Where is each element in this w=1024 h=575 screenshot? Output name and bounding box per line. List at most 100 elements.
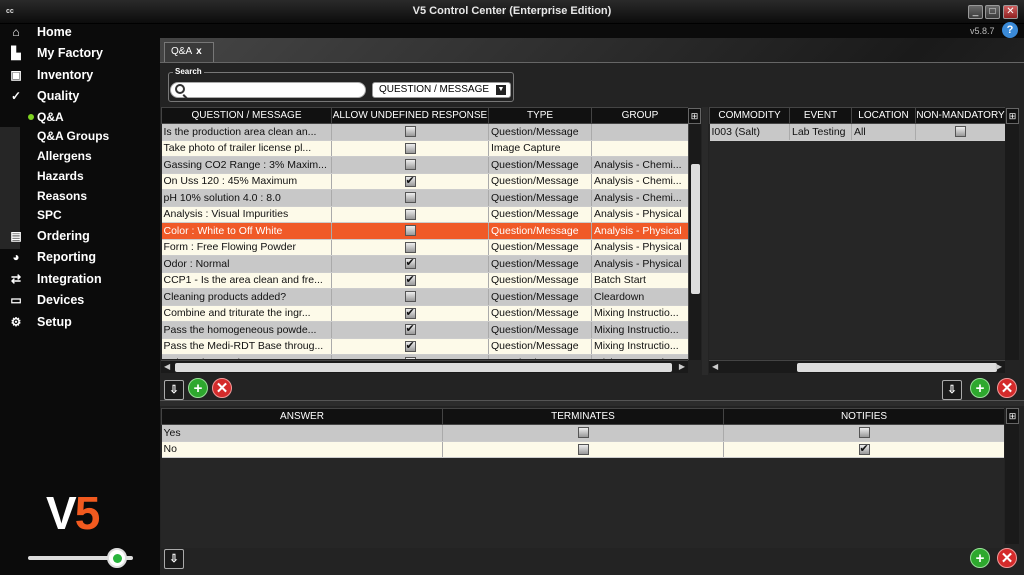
column-header-terminates[interactable]: TERMINATES xyxy=(442,408,724,425)
group-cell[interactable] xyxy=(591,140,688,157)
table-row[interactable]: Combine and triturate the ingr... Questio… xyxy=(161,305,688,322)
group-cell[interactable]: Analysis - Physical xyxy=(591,222,688,240)
close-window-button[interactable]: ✕ xyxy=(1003,5,1018,19)
question-cell[interactable]: Pass the homogeneous powde... xyxy=(161,321,332,339)
type-cell[interactable]: Question/Message xyxy=(488,338,592,355)
sidebar-item-ordering[interactable]: ▤ Ordering xyxy=(0,226,150,246)
notifies-cell[interactable] xyxy=(723,424,1004,442)
sidebar-item-home[interactable]: ⌂ Home xyxy=(0,22,150,42)
location-cell[interactable]: All xyxy=(851,123,916,141)
notifies-cell[interactable] xyxy=(723,441,1004,458)
answers-vertical-scrollbar[interactable] xyxy=(1005,424,1019,544)
question-cell[interactable]: Form : Free Flowing Powder xyxy=(161,239,332,256)
column-header-notifies[interactable]: NOTIFIES xyxy=(723,408,1004,425)
group-cell[interactable]: Cleardown xyxy=(591,288,688,306)
checkbox[interactable] xyxy=(577,443,589,455)
question-cell[interactable]: Take photo of trailer license pl... xyxy=(161,140,332,157)
checkbox[interactable] xyxy=(404,142,416,154)
commodities-vertical-scrollbar[interactable] xyxy=(1005,124,1019,360)
column-chooser-icon[interactable]: ⊞ xyxy=(1006,108,1019,124)
questions-horizontal-scrollbar[interactable]: ◀ ▶ xyxy=(161,360,688,373)
allow-undefined-cell[interactable] xyxy=(331,140,489,157)
export-answers-button[interactable]: ⇩ xyxy=(164,549,184,569)
sidebar-item-qa[interactable]: Q&A xyxy=(0,107,150,127)
sidebar-item-setup[interactable]: ⚙ Setup xyxy=(0,312,150,332)
group-cell[interactable]: Analysis - Chemi... xyxy=(591,189,688,207)
export-button[interactable]: ⇩ xyxy=(164,380,184,400)
checkbox[interactable] xyxy=(404,208,416,220)
sidebar-item-quality[interactable]: ✓ Quality xyxy=(0,86,150,106)
group-cell[interactable] xyxy=(591,123,688,141)
table-row[interactable]: Yes xyxy=(161,424,1004,442)
type-cell[interactable]: Question/Message xyxy=(488,272,592,289)
checkbox[interactable] xyxy=(858,427,870,439)
column-header-event[interactable]: EVENT xyxy=(789,107,852,124)
commodities-horizontal-scrollbar[interactable]: ◀ ▶ xyxy=(709,360,1005,373)
sidebar-item-devices[interactable]: ▭ Devices xyxy=(0,290,150,310)
group-cell[interactable]: Mixing Instructio... xyxy=(591,321,688,339)
column-header-location[interactable]: LOCATION xyxy=(851,107,916,124)
question-cell[interactable]: Pass the Medi-RDT Base throug... xyxy=(161,338,332,355)
checkbox[interactable] xyxy=(577,427,589,439)
questions-vertical-scrollbar[interactable] xyxy=(688,124,701,360)
horizontal-splitter[interactable] xyxy=(160,400,1024,406)
checkbox[interactable] xyxy=(404,339,416,352)
table-row[interactable]: Take photo of trailer license pl... Image… xyxy=(161,140,688,157)
question-cell[interactable]: Is the production area clean an... xyxy=(161,123,332,141)
checkbox[interactable] xyxy=(404,174,416,187)
checkbox[interactable] xyxy=(404,159,416,171)
table-row[interactable]: Pass the homogeneous powde... Question/Me… xyxy=(161,321,688,339)
group-cell[interactable]: Mixing Instructio... xyxy=(591,338,688,355)
table-row[interactable]: Select Flow Option Question/MessageMixing… xyxy=(161,354,688,359)
allow-undefined-cell[interactable] xyxy=(331,305,489,322)
type-cell[interactable]: Question/Message xyxy=(488,354,592,359)
maximize-button[interactable]: □ xyxy=(985,5,1000,19)
question-cell[interactable]: Color : White to Off White xyxy=(161,222,332,240)
column-header-commodity[interactable]: COMMODITY xyxy=(709,107,790,124)
table-row[interactable]: Pass the Medi-RDT Base throug... Question… xyxy=(161,338,688,355)
type-cell[interactable]: Question/Message xyxy=(488,255,592,273)
sidebar-item-reporting[interactable]: ◕ Reporting xyxy=(0,247,150,267)
add-question-button[interactable]: + xyxy=(188,378,208,398)
group-cell[interactable]: Analysis - Chemi... xyxy=(591,156,688,174)
add-answer-button[interactable]: + xyxy=(970,548,990,568)
sidebar-item-spc[interactable]: SPC xyxy=(0,205,150,225)
search-input[interactable] xyxy=(170,82,366,98)
sidebar-item-allergens[interactable]: Allergens xyxy=(0,146,150,166)
table-row[interactable]: Is the production area clean an... Questi… xyxy=(161,123,688,141)
group-cell[interactable]: Batch Start xyxy=(591,272,688,289)
column-chooser-icon[interactable]: ⊞ xyxy=(1006,408,1019,424)
checkbox[interactable] xyxy=(858,442,870,455)
table-row[interactable]: Color : White to Off White Question/Messa… xyxy=(161,222,688,240)
allow-undefined-cell[interactable] xyxy=(331,173,489,190)
allow-undefined-cell[interactable] xyxy=(331,338,489,355)
allow-undefined-cell[interactable] xyxy=(331,288,489,306)
question-cell[interactable]: Select Flow Option xyxy=(161,354,332,359)
checkbox[interactable] xyxy=(404,273,416,286)
type-cell[interactable]: Image Capture xyxy=(488,140,592,157)
tab-qa[interactable]: Q&A x xyxy=(164,42,214,62)
question-cell[interactable]: Odor : Normal xyxy=(161,255,332,273)
sidebar-item-hazards[interactable]: Hazards xyxy=(0,166,150,186)
sidebar-item-qa-groups[interactable]: Q&A Groups xyxy=(0,126,150,146)
checkbox[interactable] xyxy=(404,225,416,237)
allow-undefined-cell[interactable] xyxy=(331,239,489,256)
question-cell[interactable]: pH 10% solution 4.0 : 8.0 xyxy=(161,189,332,207)
allow-undefined-cell[interactable] xyxy=(331,222,489,240)
type-cell[interactable]: Question/Message xyxy=(488,305,592,322)
table-row[interactable]: On Uss 120 : 45% Maximum Question/Message… xyxy=(161,173,688,190)
allow-undefined-cell[interactable] xyxy=(331,255,489,273)
table-row[interactable]: Analysis : Visual Impurities Question/Mes… xyxy=(161,206,688,223)
table-row[interactable]: pH 10% solution 4.0 : 8.0 Question/Messag… xyxy=(161,189,688,207)
allow-undefined-cell[interactable] xyxy=(331,156,489,174)
checkbox[interactable] xyxy=(955,126,966,138)
column-header-question[interactable]: QUESTION / MESSAGE xyxy=(161,107,332,124)
tab-close-icon[interactable]: x xyxy=(196,46,202,57)
column-header-group[interactable]: GROUP xyxy=(591,107,688,124)
help-icon[interactable]: ? xyxy=(1002,22,1018,38)
add-commodity-button[interactable]: + xyxy=(970,378,990,398)
question-cell[interactable]: On Uss 120 : 45% Maximum xyxy=(161,173,332,190)
answer-cell[interactable]: No xyxy=(161,441,443,458)
group-cell[interactable]: Analysis - Chemi... xyxy=(591,173,688,190)
question-cell[interactable]: CCP1 - Is the area clean and fre... xyxy=(161,272,332,289)
